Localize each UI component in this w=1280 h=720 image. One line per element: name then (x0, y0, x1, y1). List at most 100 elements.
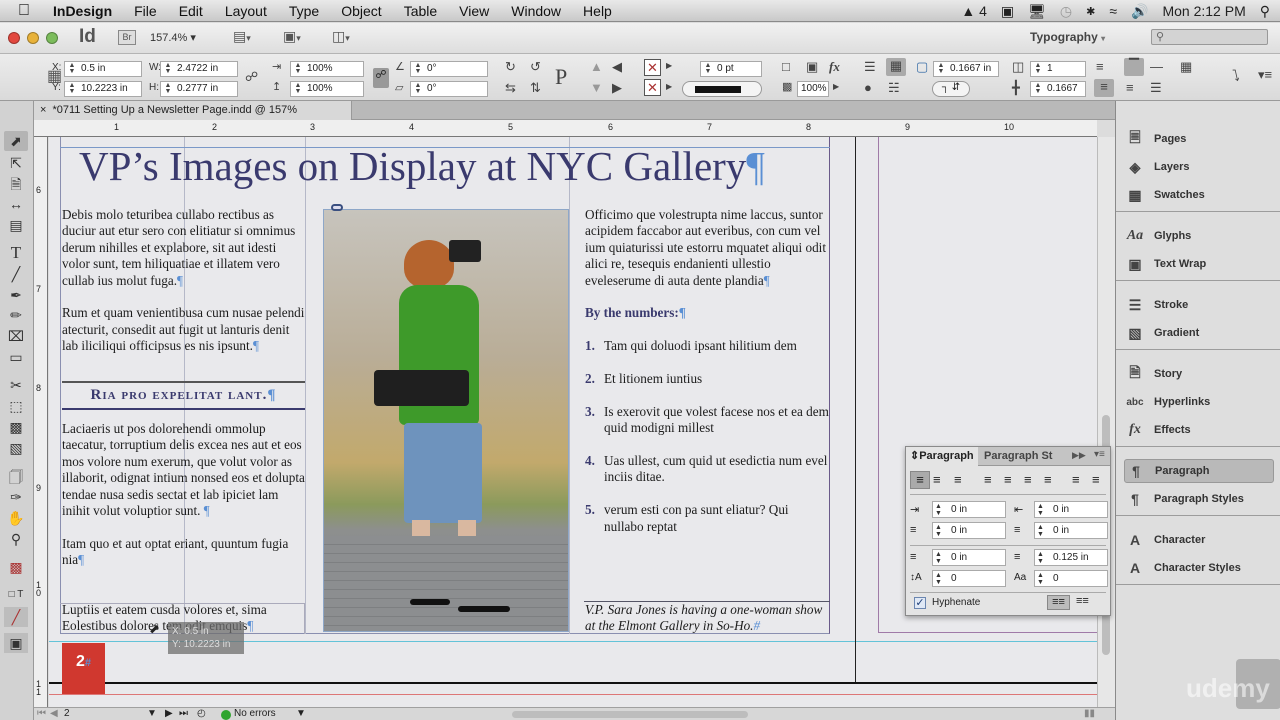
stepper-icon[interactable]: ▲ ▼ (1037, 551, 1044, 565)
vertical-justify-top-icon[interactable]: ▔ (1124, 58, 1144, 76)
dock-item-glyphs[interactable]: Aa Glyphs (1124, 224, 1274, 248)
stroke-swatch-icon[interactable]: ✕ (644, 79, 661, 96)
dock-item-paragraph-styles[interactable]: ¶ Paragraph Styles (1124, 487, 1274, 511)
frame-inset-field[interactable]: ▲ ▼ 0.1667 in (933, 61, 999, 77)
expand-panel-icon[interactable]: ▶▶ (1072, 450, 1086, 461)
dock-item-swatches[interactable]: ▦ Swatches (1124, 183, 1274, 207)
justify-center-icon[interactable]: ≡ (1004, 472, 1012, 487)
flip-vertical-icon[interactable]: ⇅ (530, 80, 541, 96)
menu-app-name[interactable]: InDesign (42, 3, 123, 19)
y-position-field[interactable]: ▲ ▼ 10.2223 in (64, 81, 142, 97)
opacity-dropdown-icon[interactable]: ▶ (833, 82, 839, 91)
rotation-angle-field[interactable]: ▲ ▼ 0° (410, 61, 488, 77)
pen-tool-icon[interactable]: ✒ (4, 285, 28, 305)
stepper-icon[interactable]: ▲ ▼ (935, 524, 942, 538)
dock-item-hyperlinks[interactable]: abc Hyperlinks (1124, 390, 1274, 414)
stepper-icon[interactable]: ▲ ▼ (66, 82, 78, 95)
content-grabber-icon[interactable] (331, 204, 343, 211)
space-after-field[interactable]: ▲ ▼ 0.125 in (1034, 549, 1108, 566)
rotate-clockwise-icon[interactable]: ↻ (505, 59, 516, 75)
selection-tool-icon[interactable]: ⬈ (4, 131, 28, 151)
space-before-field[interactable]: ▲ ▼ 0 in (932, 549, 1006, 566)
stepper-icon[interactable]: ▲ ▼ (1037, 503, 1044, 517)
menu-layout[interactable]: Layout (214, 3, 278, 19)
vertical-ruler[interactable]: 6 7 8 9 10 11 (34, 137, 48, 707)
shear-angle-field[interactable]: ▲ ▼ 0° (410, 81, 488, 97)
note-tool-icon[interactable]: 🗍 (4, 467, 28, 487)
clock[interactable]: Mon 2:12 PM (1162, 3, 1245, 19)
horizontal-scroll-thumb[interactable] (512, 711, 748, 718)
align-to-baseline-grid-off-icon[interactable]: ≡≡ (1047, 595, 1070, 610)
display-icon[interactable]: 🖥 (1028, 3, 1046, 20)
body-column-1[interactable]: Debis molo teturibea cullabo rectibus as… (62, 207, 305, 371)
vertical-justify-full-icon[interactable]: ☰ (1150, 80, 1162, 96)
stepper-icon[interactable]: ▲ ▼ (702, 62, 714, 75)
body-column-1-continued[interactable]: Laciaeris ut pos dolorehendi ommolup tae… (62, 421, 305, 585)
fill-swatch-icon[interactable]: ✕ (644, 59, 661, 76)
body-column-3[interactable]: Officimo que volestrupta nime laccus, su… (585, 207, 830, 551)
gap-tool-icon[interactable]: ↔ (4, 194, 28, 214)
apple-menu-icon[interactable]:  (0, 2, 42, 20)
effects-fx-icon[interactable]: fx (829, 59, 840, 75)
direct-selection-tool-icon[interactable]: ⇱ (4, 153, 28, 173)
content-collector-icon[interactable]: ▤ (4, 215, 28, 235)
next-page-icon[interactable]: ▶ (165, 708, 173, 719)
help-search-input[interactable]: ⚲ (1151, 29, 1268, 45)
stepper-icon[interactable]: ▲ ▼ (1037, 572, 1044, 586)
last-line-indent-field[interactable]: ▲ ▼ 0 in (1034, 522, 1108, 539)
drop-cap-lines-field[interactable]: ▲ ▼ 0 (932, 570, 1006, 587)
vertical-justify-center-icon[interactable]: — (1150, 59, 1163, 74)
align-left-vertical-icon[interactable]: ≡ (1094, 79, 1114, 97)
photo-frame[interactable] (323, 209, 569, 632)
stepper-icon[interactable]: ▲ ▼ (66, 62, 78, 75)
rotate-counterclockwise-icon[interactable]: ↺ (530, 59, 541, 75)
stepper-icon[interactable]: ▲ ▼ (935, 572, 942, 586)
drop-cap-chars-field[interactable]: ▲ ▼ 0 (1034, 570, 1108, 587)
stepper-icon[interactable]: ▲ ▼ (412, 62, 424, 75)
justify-left-icon[interactable]: ≡ (984, 472, 992, 487)
text-wrap-jump-icon[interactable]: ☵ (888, 80, 900, 96)
zoom-window-button[interactable] (46, 32, 58, 44)
right-indent-field[interactable]: ▲ ▼ 0 in (1034, 501, 1108, 518)
workspace-switcher[interactable]: Typography ▾ (1030, 30, 1105, 44)
stepper-icon[interactable]: ▲ ▼ (935, 503, 942, 517)
vertical-scrollbar[interactable] (1097, 137, 1115, 707)
free-transform-tool-icon[interactable]: ⬚ (4, 396, 28, 416)
stepper-icon[interactable]: ▲ ▼ (935, 62, 947, 75)
vertical-justify-bottom-icon[interactable]: ≡ (1126, 80, 1134, 95)
pencil-tool-icon[interactable]: ✏ (4, 305, 28, 325)
photo-caption[interactable]: V.P. Sara Jones is having a one-woman sh… (585, 602, 830, 635)
menu-window[interactable]: Window (500, 3, 572, 19)
dock-item-layers[interactable]: ◈ Layers (1124, 155, 1274, 179)
time-machine-icon[interactable]: ◷ (1060, 3, 1072, 20)
gradient-feather-tool-icon[interactable]: ▧ (4, 438, 28, 458)
stroke-weight-field[interactable]: ▲ ▼ 0 pt (700, 61, 762, 77)
justify-all-icon[interactable]: ≡ (1044, 472, 1052, 487)
justify-right-icon[interactable]: ≡ (1024, 472, 1032, 487)
stepper-icon[interactable]: ▲ ▼ (292, 62, 304, 75)
rectangle-tool-icon[interactable]: ▭ (4, 347, 28, 367)
rectangle-frame-tool-icon[interactable]: ⌧ (4, 326, 28, 346)
stepper-icon[interactable]: ▲ ▼ (1037, 524, 1044, 538)
first-line-indent-field[interactable]: ▲ ▼ 0 in (932, 522, 1006, 539)
scale-y-field[interactable]: ▲ ▼ 100% (290, 81, 364, 97)
dock-item-gradient[interactable]: ▧ Gradient (1124, 321, 1274, 345)
page-dropdown-icon[interactable]: ▼ (147, 708, 157, 719)
formatting-affects-icon[interactable]: □ T (4, 585, 28, 605)
align-to-baseline-grid-icon[interactable]: ≡≡ (1076, 595, 1089, 607)
align-left-icon[interactable]: ≡ (910, 471, 930, 489)
stepper-icon[interactable]: ▲ ▼ (935, 551, 942, 565)
stepper-icon[interactable]: ▲ ▼ (1032, 62, 1044, 75)
tab-paragraph[interactable]: ⇕Paragraph (906, 447, 978, 466)
gutter-field[interactable]: ▲ ▼ 0.1667 (1030, 81, 1086, 97)
stroke-type-dropdown[interactable] (682, 81, 762, 97)
flip-horizontal-icon[interactable]: ⇆ (505, 80, 516, 96)
dock-item-effects[interactable]: fx Effects (1124, 418, 1274, 442)
dock-item-text-wrap[interactable]: ▣ Text Wrap (1124, 252, 1274, 276)
split-view-icon[interactable]: ▮▮ (1084, 708, 1095, 719)
hand-tool-icon[interactable]: ✋ (4, 508, 28, 528)
text-wrap-none-icon[interactable]: ☰ (864, 59, 876, 75)
dock-item-character[interactable]: A Character (1124, 528, 1274, 552)
select-container-icon[interactable]: ▲ (590, 59, 603, 74)
volume-icon[interactable]: 🔊 (1131, 3, 1148, 20)
